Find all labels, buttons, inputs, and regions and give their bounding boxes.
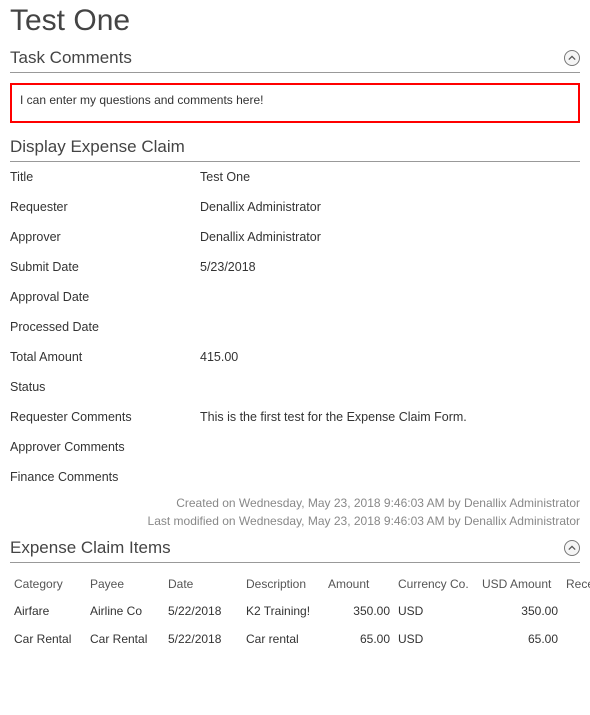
audit-created: Created on Wednesday, May 23, 2018 9:46:…	[10, 494, 580, 512]
cell-date: 5/22/2018	[164, 597, 242, 625]
cell-category: Airfare	[10, 597, 86, 625]
cell-receipt	[562, 597, 590, 625]
field-finance-comments: Finance Comments	[10, 462, 580, 492]
cell-date: 5/22/2018	[164, 625, 242, 653]
col-description: Description	[242, 571, 324, 597]
field-total-amount: Total Amount 415.00	[10, 342, 580, 372]
field-requester: Requester Denallix Administrator	[10, 192, 580, 222]
field-requester-comments: Requester Comments This is the first tes…	[10, 402, 580, 432]
audit-modified: Last modified on Wednesday, May 23, 2018…	[10, 512, 580, 530]
value-total-amount: 415.00	[200, 350, 580, 364]
value-finance-comments	[200, 470, 580, 484]
field-approver-comments: Approver Comments	[10, 432, 580, 462]
value-approval-date	[200, 290, 580, 304]
items-table: Category Payee Date Description Amount C…	[10, 571, 590, 653]
items-header-row: Category Payee Date Description Amount C…	[10, 571, 590, 597]
cell-amount: 350.00	[324, 597, 394, 625]
value-approver: Denallix Administrator	[200, 230, 580, 244]
label-submit-date: Submit Date	[10, 260, 200, 274]
label-processed-date: Processed Date	[10, 320, 200, 334]
cell-description: Car rental	[242, 625, 324, 653]
cell-usd-amount: 350.00	[478, 597, 562, 625]
page-title: Test One	[10, 4, 580, 38]
label-approval-date: Approval Date	[10, 290, 200, 304]
field-approver: Approver Denallix Administrator	[10, 222, 580, 252]
value-approver-comments	[200, 440, 580, 454]
col-receipt: Receipt	[562, 571, 590, 597]
field-processed-date: Processed Date	[10, 312, 580, 342]
label-approver: Approver	[10, 230, 200, 244]
field-submit-date: Submit Date 5/23/2018	[10, 252, 580, 282]
chevron-up-icon	[568, 544, 576, 552]
col-payee: Payee	[86, 571, 164, 597]
value-processed-date	[200, 320, 580, 334]
label-status: Status	[10, 380, 200, 394]
items-title: Expense Claim Items	[10, 538, 171, 558]
cell-currency: USD	[394, 625, 478, 653]
label-title: Title	[10, 170, 200, 184]
table-row[interactable]: Car Rental Car Rental 5/22/2018 Car rent…	[10, 625, 590, 653]
cell-payee: Car Rental	[86, 625, 164, 653]
label-approver-comments: Approver Comments	[10, 440, 200, 454]
value-requester-comments: This is the first test for the Expense C…	[200, 410, 580, 424]
field-title: Title Test One	[10, 162, 580, 192]
cell-receipt	[562, 625, 590, 653]
cell-amount: 65.00	[324, 625, 394, 653]
value-status	[200, 380, 580, 394]
task-comments-header: Task Comments	[10, 46, 580, 73]
label-requester-comments: Requester Comments	[10, 410, 200, 424]
col-usd-amount: USD Amount	[478, 571, 562, 597]
field-status: Status	[10, 372, 580, 402]
cell-payee: Airline Co	[86, 597, 164, 625]
label-requester: Requester	[10, 200, 200, 214]
value-submit-date: 5/23/2018	[200, 260, 580, 274]
cell-description: K2 Training!	[242, 597, 324, 625]
field-approval-date: Approval Date	[10, 282, 580, 312]
items-header: Expense Claim Items	[10, 536, 580, 563]
cell-category: Car Rental	[10, 625, 86, 653]
display-claim-header: Display Expense Claim	[10, 135, 580, 162]
value-title: Test One	[200, 170, 580, 184]
cell-currency: USD	[394, 597, 478, 625]
cell-usd-amount: 65.00	[478, 625, 562, 653]
table-row[interactable]: Airfare Airline Co 5/22/2018 K2 Training…	[10, 597, 590, 625]
value-requester: Denallix Administrator	[200, 200, 580, 214]
col-currency: Currency Co.	[394, 571, 478, 597]
label-finance-comments: Finance Comments	[10, 470, 200, 484]
col-category: Category	[10, 571, 86, 597]
collapse-task-comments-button[interactable]	[564, 50, 580, 66]
collapse-items-button[interactable]	[564, 540, 580, 556]
chevron-up-icon	[568, 54, 576, 62]
task-comments-input[interactable]: I can enter my questions and comments he…	[10, 83, 580, 123]
display-claim-title: Display Expense Claim	[10, 137, 185, 157]
task-comments-title: Task Comments	[10, 48, 132, 68]
label-total-amount: Total Amount	[10, 350, 200, 364]
audit-info: Created on Wednesday, May 23, 2018 9:46:…	[10, 494, 580, 530]
col-date: Date	[164, 571, 242, 597]
col-amount: Amount	[324, 571, 394, 597]
